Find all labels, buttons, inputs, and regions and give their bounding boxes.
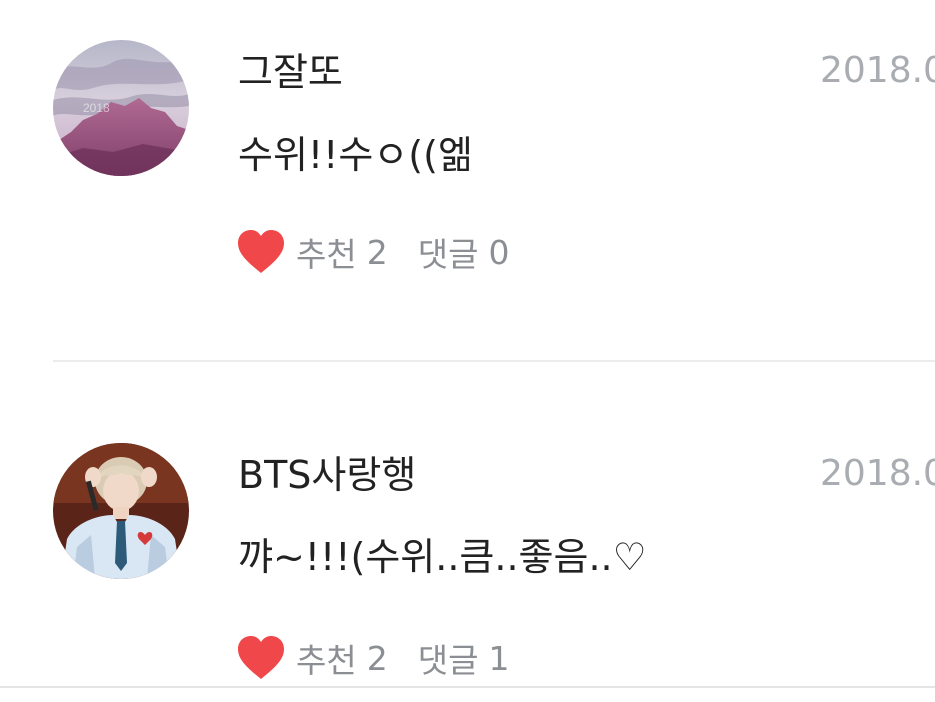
avatar-watermark: 2018	[83, 101, 110, 115]
recommend-label: 추천	[296, 641, 357, 680]
mountain-photo-avatar-icon: 2018	[53, 40, 189, 176]
recommend-count: 2	[366, 232, 388, 272]
reply-button[interactable]: 댓글 0	[418, 228, 510, 276]
comment-item: BTS사랑행 2018.0 꺄~!!!(수위..큼..좋음..♡ 추천 2 댓글…	[0, 363, 935, 685]
divider	[53, 360, 935, 362]
comment-text: 수위!!수ㅇ((엚	[238, 133, 473, 177]
comment-item: 2018 그잘또 2018.0 수위!!수ㅇ((엚 추천 2 댓글 0	[0, 0, 935, 362]
heart-icon	[238, 636, 284, 679]
author-name[interactable]: BTS사랑행	[238, 456, 416, 494]
comment-meta: 추천 2 댓글 1	[236, 633, 509, 683]
divider	[0, 686, 935, 688]
person-photo-avatar-icon	[53, 443, 189, 579]
comment-date: 2018.0	[820, 50, 935, 91]
avatar[interactable]	[53, 443, 189, 579]
reply-label: 댓글	[417, 235, 479, 274]
heart-icon	[238, 230, 284, 273]
comment-date: 2018.0	[820, 453, 935, 494]
recommend-count: 2	[366, 638, 388, 678]
comment-list: 2018 그잘또 2018.0 수위!!수ㅇ((엚 추천 2 댓글 0 BTS사…	[0, 0, 935, 702]
recommend-button[interactable]: 추천 2	[236, 228, 388, 276]
comment-text: 꺄~!!!(수위..큼..좋음..♡	[238, 535, 647, 579]
recommend-label: 추천	[296, 235, 357, 274]
comment-meta: 추천 2 댓글 0	[236, 227, 509, 277]
avatar[interactable]: 2018	[53, 40, 189, 176]
recommend-button[interactable]: 추천 2	[236, 634, 388, 682]
author-name[interactable]: 그잘또	[238, 53, 343, 91]
reply-button[interactable]: 댓글 1	[418, 634, 510, 682]
reply-count: 0	[488, 232, 510, 272]
reply-label: 댓글	[417, 641, 479, 680]
reply-count: 1	[488, 638, 510, 678]
